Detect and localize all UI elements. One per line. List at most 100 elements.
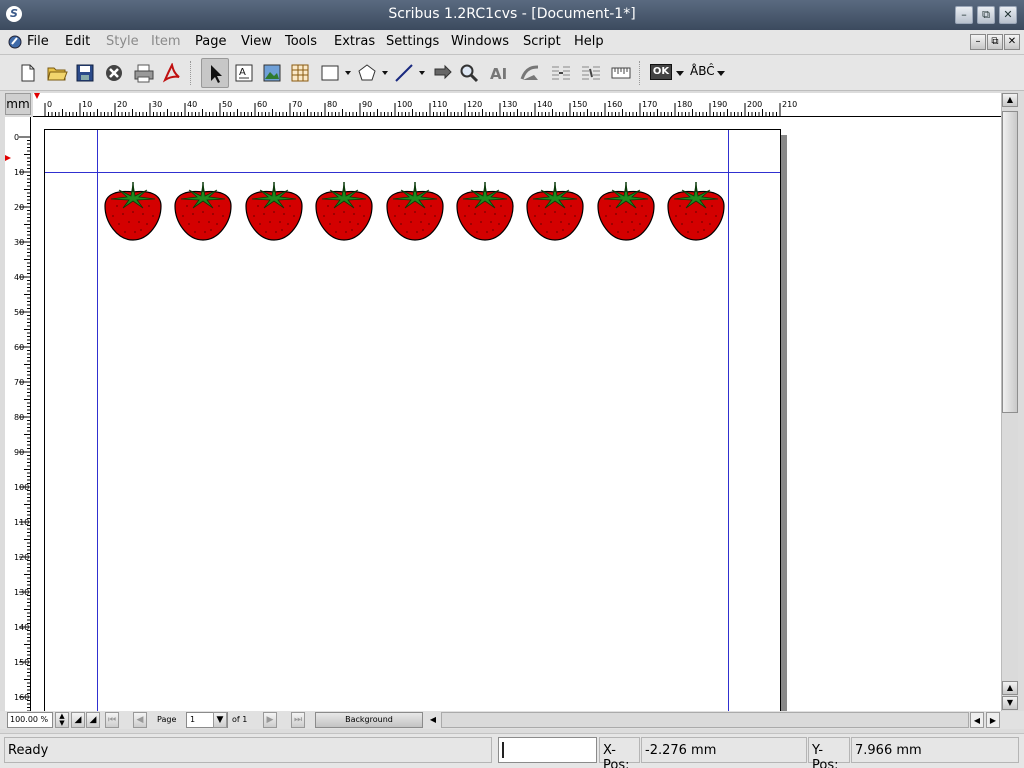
text-frame-icon[interactable]: A	[232, 60, 256, 86]
strawberry-image[interactable]	[455, 180, 515, 242]
scroll-left-icon[interactable]: ◀	[427, 712, 439, 728]
scroll-up-button-lower[interactable]: ▲	[1002, 681, 1018, 695]
strawberry-image[interactable]	[244, 180, 304, 242]
vertical-scroll-thumb[interactable]	[1002, 111, 1018, 413]
status-bar: Ready X-Pos: -2.276 mm Y-Pos: 7.966 mm	[0, 733, 1024, 768]
scroll-up-button[interactable]: ▲	[1002, 93, 1018, 107]
v-ruler-label: 10	[14, 168, 24, 177]
menu-item[interactable]: Item	[151, 34, 181, 49]
minimize-button[interactable]: –	[955, 6, 973, 24]
v-ruler-label: 140	[14, 623, 29, 632]
spellcheck-label: ÅBĈ	[690, 64, 715, 78]
menu-extras[interactable]: Extras	[334, 34, 375, 49]
layer-select[interactable]: Background	[315, 712, 423, 728]
page-count: of 1	[232, 715, 248, 724]
h-ruler-marker-icon	[34, 93, 40, 99]
spellcheck-icon[interactable]: ÅBĈ	[688, 60, 728, 86]
h-ruler-label: 190	[712, 100, 727, 109]
xpos-label: X-Pos:	[599, 737, 640, 768]
new-document-icon[interactable]	[16, 60, 40, 86]
close-document-icon[interactable]	[102, 60, 126, 86]
zoom-field[interactable]: 100.00 %	[7, 712, 53, 728]
menu-style[interactable]: Style	[106, 34, 139, 49]
save-icon[interactable]	[73, 60, 97, 86]
scribus-window: S Scribus 1.2RC1cvs - [Document-1*] – ⧉ …	[0, 0, 1024, 768]
first-page-icon[interactable]: ⏮	[105, 712, 119, 728]
h-ruler-label: 160	[607, 100, 622, 109]
shape-rectangle-icon[interactable]	[318, 60, 352, 86]
link-frames-icon[interactable]	[548, 60, 572, 86]
measure-icon[interactable]	[608, 60, 632, 86]
last-page-icon[interactable]: ⏭	[291, 712, 305, 728]
strawberry-image[interactable]	[103, 180, 163, 242]
page-shadow	[781, 135, 787, 713]
scroll-right-button[interactable]: ▶	[986, 712, 1000, 728]
zoom-in-icon[interactable]: ◢	[86, 712, 100, 728]
toolbar: A AI OK ÅBĈ	[0, 55, 1024, 91]
status-message: Ready	[4, 737, 492, 763]
h-ruler-label: 40	[187, 100, 197, 109]
h-ruler-label: 170	[642, 100, 657, 109]
v-ruler-label: 130	[14, 588, 29, 597]
previous-page-icon[interactable]: ◀	[133, 712, 147, 728]
h-ruler-label: 70	[292, 100, 302, 109]
horizontal-ruler[interactable]: 0 10 20 30 40 50 60 70 80 90 100 110 120 130 140 150 160…	[33, 93, 1001, 117]
next-page-icon[interactable]: ▶	[263, 712, 277, 728]
mdi-minimize-button[interactable]: –	[970, 34, 986, 50]
edit-text-icon[interactable]: AI	[487, 60, 511, 86]
zoom-spin-button[interactable]: ▲ ▼	[55, 712, 69, 728]
menu-page[interactable]: Page	[195, 34, 226, 49]
close-button[interactable]: ✕	[999, 6, 1017, 24]
v-ruler-label: 90	[14, 448, 24, 457]
export-pdf-icon[interactable]	[160, 60, 184, 86]
strawberry-image[interactable]	[173, 180, 233, 242]
h-ruler-label: 120	[467, 100, 482, 109]
strawberry-image[interactable]	[525, 180, 585, 242]
strawberry-image[interactable]	[596, 180, 656, 242]
document-canvas[interactable]	[31, 117, 1001, 713]
strawberry-image[interactable]	[666, 180, 726, 242]
progress-field	[498, 737, 597, 763]
v-ruler-label: 30	[14, 238, 24, 247]
open-folder-icon[interactable]	[44, 60, 68, 86]
horizontal-scrollbar[interactable]	[441, 712, 969, 728]
rotate-icon[interactable]	[429, 60, 453, 86]
mdi-close-button[interactable]: ✕	[1004, 34, 1020, 50]
v-ruler-label: 70	[14, 378, 24, 387]
menu-script[interactable]: Script	[523, 34, 561, 49]
vertical-ruler[interactable]: 0 10 20 30 40 50 60 70 80 90 100 110 120 130 140 150 160	[5, 117, 31, 713]
h-ruler-label: 100	[397, 100, 412, 109]
document-page[interactable]	[44, 129, 781, 713]
strawberry-image[interactable]	[385, 180, 445, 242]
menu-windows[interactable]: Windows	[451, 34, 509, 49]
page-dropdown-icon[interactable]: ▼	[213, 712, 227, 728]
h-ruler-label: 140	[537, 100, 552, 109]
select-pointer-icon[interactable]	[201, 58, 229, 88]
image-frame-icon[interactable]	[260, 60, 284, 86]
scroll-down-button[interactable]: ▼	[1002, 696, 1018, 710]
bezier-icon[interactable]	[518, 60, 542, 86]
zoom-out-icon[interactable]: ◢	[71, 712, 85, 728]
v-ruler-label: 0	[14, 133, 19, 142]
menu-tools[interactable]: Tools	[285, 34, 317, 49]
menu-settings[interactable]: Settings	[386, 34, 439, 49]
menu-file[interactable]: File	[27, 34, 49, 49]
strawberry-row[interactable]	[103, 180, 727, 242]
restore-button[interactable]: ⧉	[977, 6, 995, 24]
zoom-icon[interactable]	[457, 60, 481, 86]
line-icon[interactable]	[392, 60, 426, 86]
menu-help[interactable]: Help	[574, 34, 604, 49]
print-icon[interactable]	[131, 60, 155, 86]
h-ruler-label: 80	[327, 100, 337, 109]
vertical-scrollbar[interactable]: ▲ ▲ ▼	[1001, 93, 1018, 713]
menu-view[interactable]: View	[241, 34, 272, 49]
ruler-unit-label[interactable]: mm	[5, 93, 31, 115]
mdi-restore-button[interactable]: ⧉	[987, 34, 1003, 50]
table-icon[interactable]	[288, 60, 312, 86]
polygon-icon[interactable]	[355, 60, 389, 86]
scroll-left-button[interactable]: ◀	[970, 712, 984, 728]
pdf-button-icon[interactable]: OK	[648, 60, 686, 86]
unlink-frames-icon[interactable]	[578, 60, 602, 86]
strawberry-image[interactable]	[314, 180, 374, 242]
menu-edit[interactable]: Edit	[65, 34, 90, 49]
